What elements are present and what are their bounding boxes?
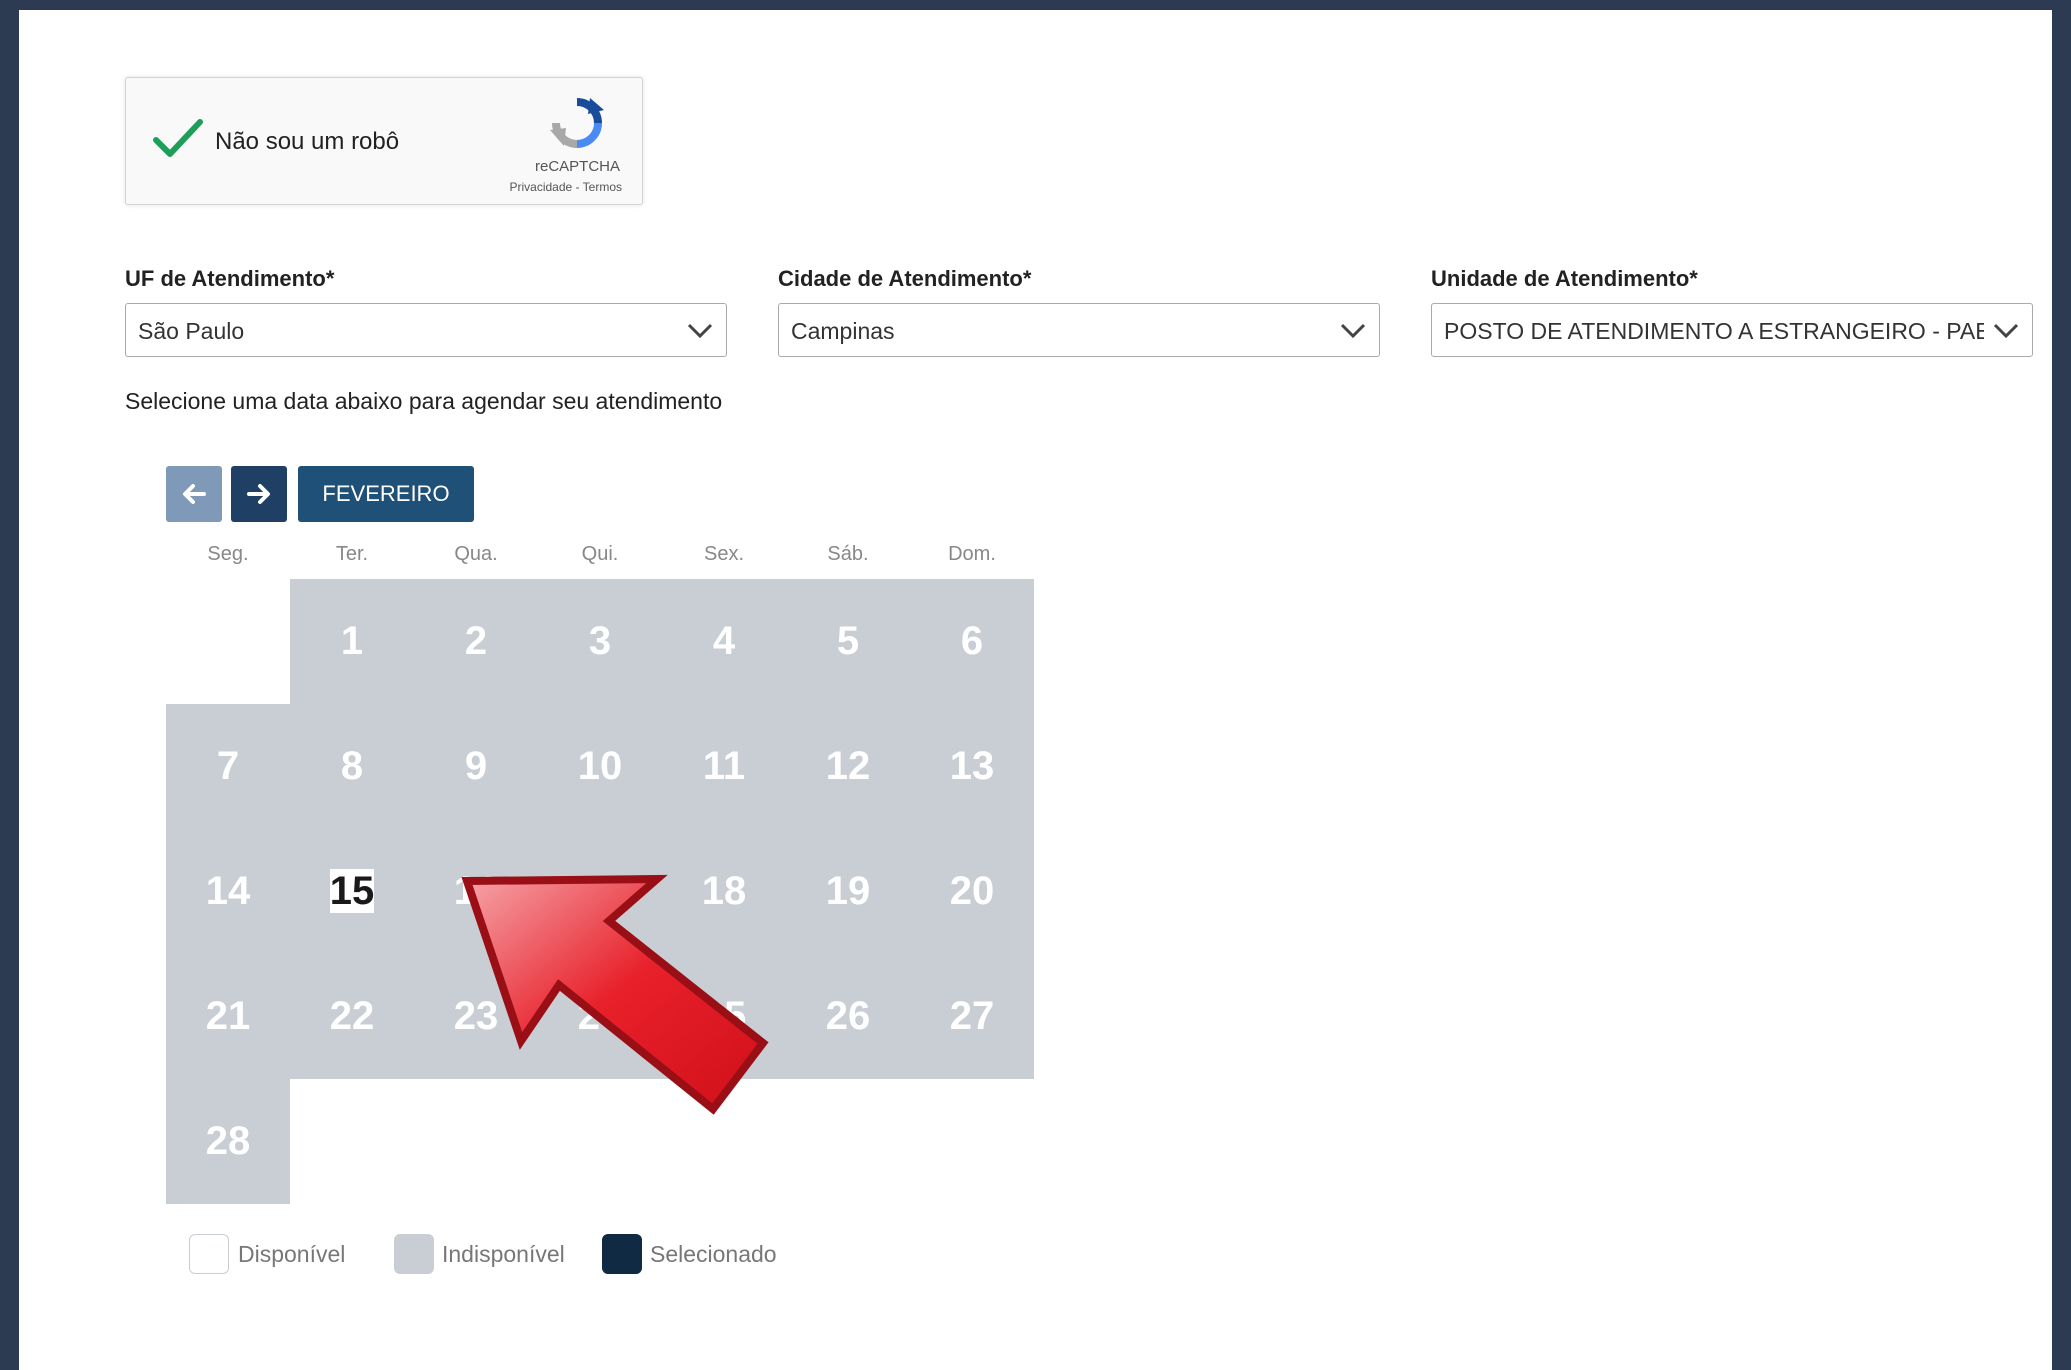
- weekday-header: Dom.: [948, 543, 996, 565]
- calendar-day: 5: [786, 579, 910, 704]
- calendar-day: 22: [290, 954, 414, 1079]
- calendar-day: 6: [910, 579, 1034, 704]
- unidade-label: Unidade de Atendimento*: [1431, 266, 1698, 291]
- legend-selected-label: Selecionado: [650, 1241, 777, 1267]
- prev-month-button[interactable]: [166, 466, 222, 522]
- next-month-button[interactable]: [231, 466, 287, 522]
- checkmark-icon[interactable]: [152, 116, 204, 160]
- weekday-header: Sex.: [703, 543, 745, 565]
- calendar-day: 10: [538, 704, 662, 829]
- calendar-day: 7: [166, 704, 290, 829]
- calendar-day: 11: [662, 704, 786, 829]
- chevron-down-icon: [687, 323, 713, 339]
- weekday-header: Qui.: [581, 543, 619, 565]
- month-label[interactable]: FEVEREIRO: [298, 466, 474, 522]
- arrow-right-icon: [247, 484, 270, 504]
- legend-available-swatch: [189, 1234, 229, 1274]
- calendar-day-available[interactable]: 15: [290, 829, 414, 954]
- calendar-day: 20: [910, 829, 1034, 954]
- legend-unavailable-label: Indisponível: [442, 1241, 565, 1267]
- cidade-select[interactable]: Campinas: [778, 303, 1380, 357]
- weekday-header: Sáb.: [827, 543, 869, 565]
- calendar-day: 12: [786, 704, 910, 829]
- annotation-arrow-icon: [461, 874, 769, 1115]
- recaptcha-widget[interactable]: Não sou um robô reCAPTCHA Privacidade - …: [125, 77, 643, 205]
- calendar-day: 8: [290, 704, 414, 829]
- recaptcha-links[interactable]: Privacidade - Termos: [510, 180, 623, 194]
- calendar-day: 14: [166, 829, 290, 954]
- uf-label: UF de Atendimento*: [125, 266, 335, 291]
- recaptcha-brand: reCAPTCHA: [534, 158, 620, 175]
- uf-select[interactable]: São Paulo: [125, 303, 727, 357]
- calendar-day: 3: [538, 579, 662, 704]
- calendar-day: 1: [290, 579, 414, 704]
- calendar-day: 4: [662, 579, 786, 704]
- chevron-down-icon: [1340, 323, 1366, 339]
- calendar-day: 26: [786, 954, 910, 1079]
- calendar-day: 21: [166, 954, 290, 1079]
- cidade-select-value: Campinas: [791, 318, 895, 344]
- calendar-day: 2: [414, 579, 538, 704]
- unidade-select-value: POSTO DE ATENDIMENTO A ESTRANGEIRO - PAE: [1444, 318, 1984, 344]
- legend-selected-swatch: [602, 1234, 642, 1274]
- page: Não sou um robô reCAPTCHA Privacidade - …: [19, 10, 2052, 1370]
- weekday-header: Ter.: [335, 543, 369, 565]
- calendar-day: 13: [910, 704, 1034, 829]
- legend-unavailable-swatch: [394, 1234, 434, 1274]
- legend-available-label: Disponível: [238, 1241, 346, 1267]
- weekday-header: Seg.: [207, 543, 249, 565]
- instruction-text: Selecione uma data abaixo para agendar s…: [125, 388, 723, 414]
- recaptcha-logo-icon: [550, 98, 604, 148]
- weekday-header: Qua.: [454, 543, 498, 565]
- available-day-number[interactable]: 15: [329, 869, 375, 913]
- cidade-label: Cidade de Atendimento*: [778, 266, 1032, 291]
- calendar-day: 27: [910, 954, 1034, 1079]
- calendar-day: 9: [414, 704, 538, 829]
- calendar-day: 19: [786, 829, 910, 954]
- chevron-down-icon: [1993, 323, 2019, 339]
- captcha-label: Não sou um robô: [215, 128, 400, 155]
- unidade-select[interactable]: POSTO DE ATENDIMENTO A ESTRANGEIRO - PAE: [1431, 303, 2033, 357]
- arrow-left-icon: [183, 484, 206, 504]
- uf-select-value: São Paulo: [138, 318, 245, 344]
- calendar-day: 28: [166, 1079, 290, 1204]
